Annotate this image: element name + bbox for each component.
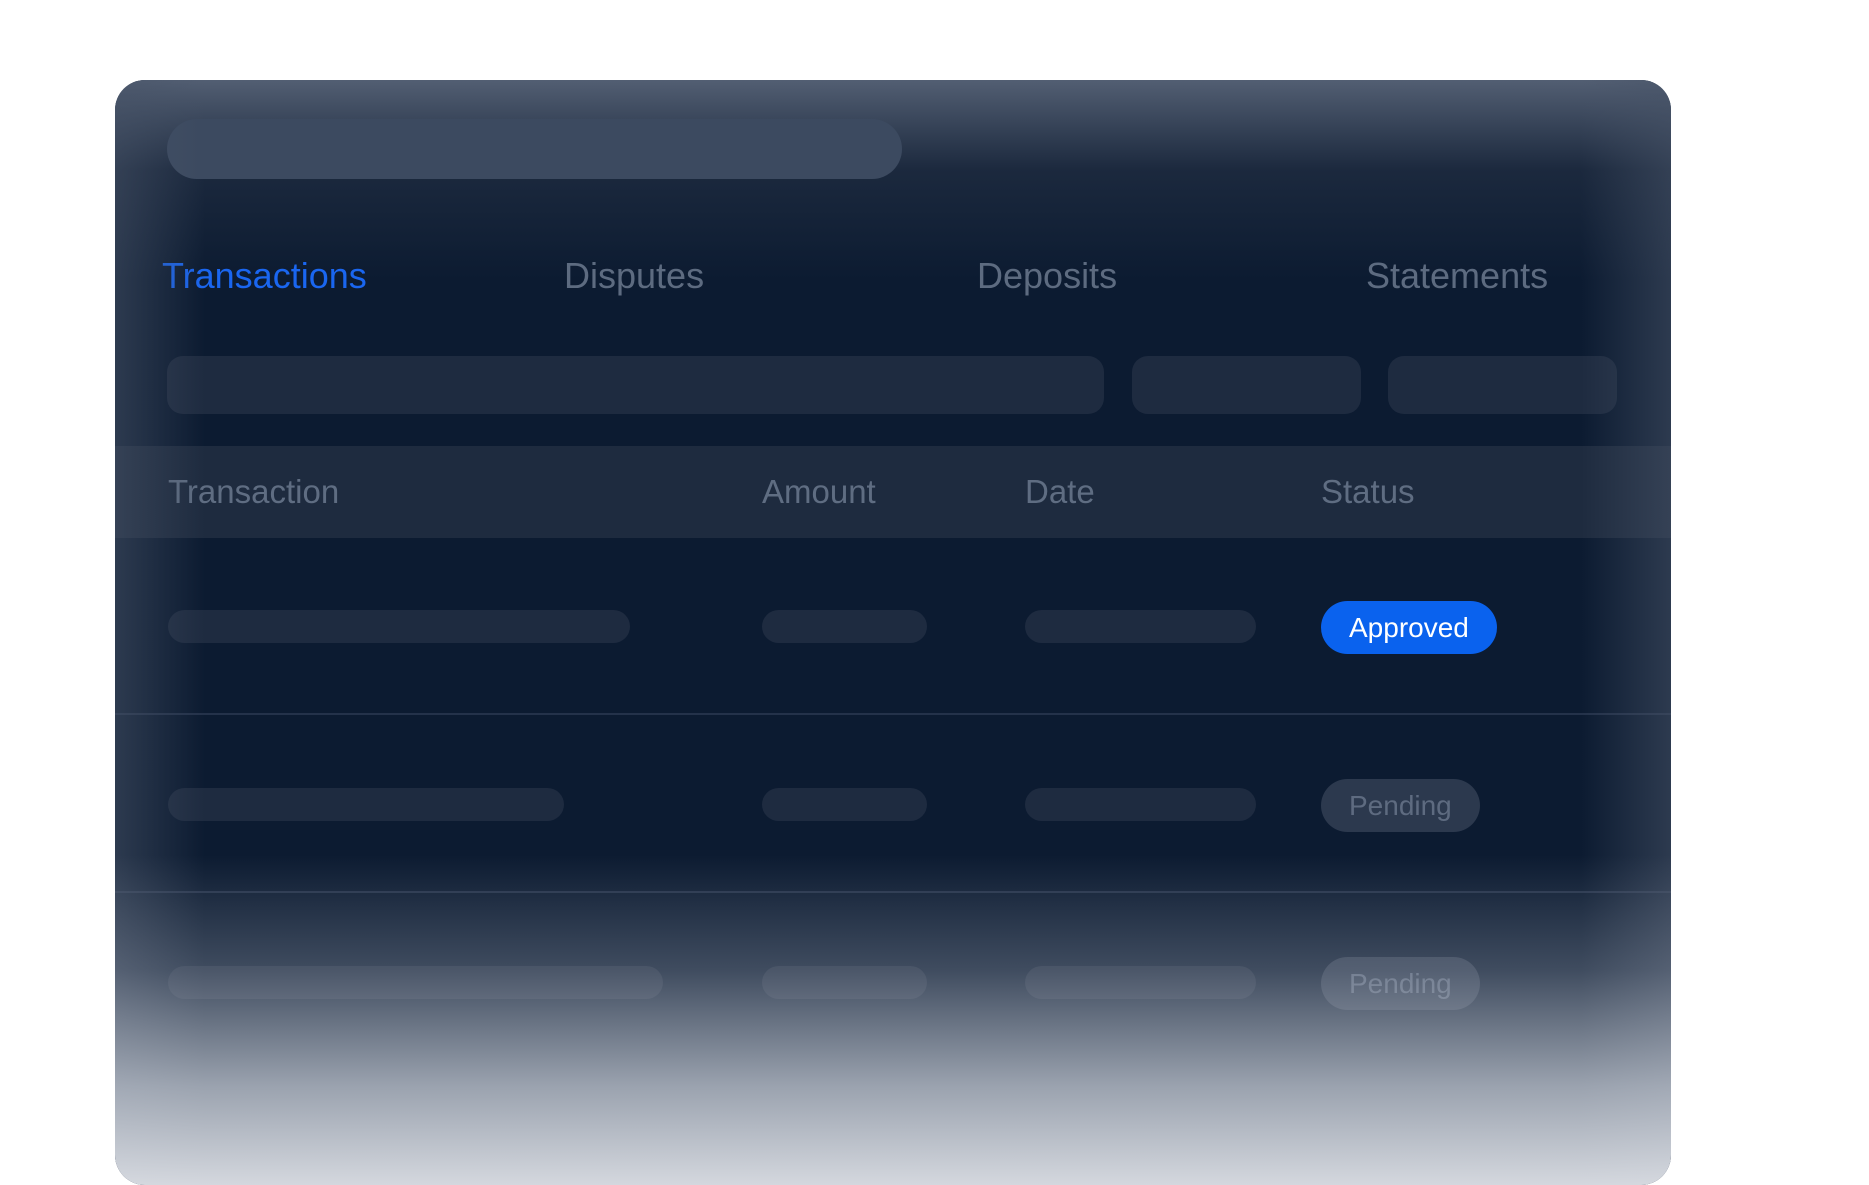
column-header-amount: Amount — [762, 473, 876, 510]
table-header: Transaction Amount Date Status — [115, 446, 1671, 538]
search-bar-placeholder[interactable] — [167, 119, 902, 179]
tab-disputes[interactable]: Disputes — [564, 246, 704, 306]
tab-bar: Transactions Disputes Deposits Statement… — [115, 246, 1671, 306]
column-header-status: Status — [1321, 473, 1415, 510]
tab-transactions[interactable]: Transactions — [162, 246, 367, 306]
amount-placeholder — [762, 966, 927, 999]
filter-search-placeholder[interactable] — [167, 356, 1104, 414]
table-row[interactable]: Pending — [115, 894, 1671, 1071]
column-header-transaction: Transaction — [168, 473, 340, 510]
tab-deposits[interactable]: Deposits — [977, 246, 1117, 306]
status-badge: Approved — [1321, 601, 1497, 654]
table-row[interactable]: Pending — [115, 716, 1671, 893]
row-divider — [115, 713, 1671, 715]
transaction-name-placeholder — [168, 610, 630, 643]
filter-button-placeholder[interactable] — [1388, 356, 1617, 414]
date-placeholder — [1025, 966, 1256, 999]
amount-placeholder — [762, 610, 927, 643]
status-badge: Pending — [1321, 779, 1480, 832]
transaction-name-placeholder — [168, 788, 564, 821]
date-placeholder — [1025, 788, 1256, 821]
transaction-name-placeholder — [168, 966, 663, 999]
filter-button-placeholder[interactable] — [1132, 356, 1361, 414]
column-header-date: Date — [1025, 473, 1095, 510]
row-divider — [115, 891, 1671, 893]
status-badge: Pending — [1321, 957, 1480, 1010]
table-row[interactable]: Approved — [115, 538, 1671, 715]
amount-placeholder — [762, 788, 927, 821]
filter-bar — [115, 356, 1671, 414]
tab-statements[interactable]: Statements — [1366, 246, 1548, 306]
transactions-panel: Transactions Disputes Deposits Statement… — [115, 80, 1671, 1185]
date-placeholder — [1025, 610, 1256, 643]
